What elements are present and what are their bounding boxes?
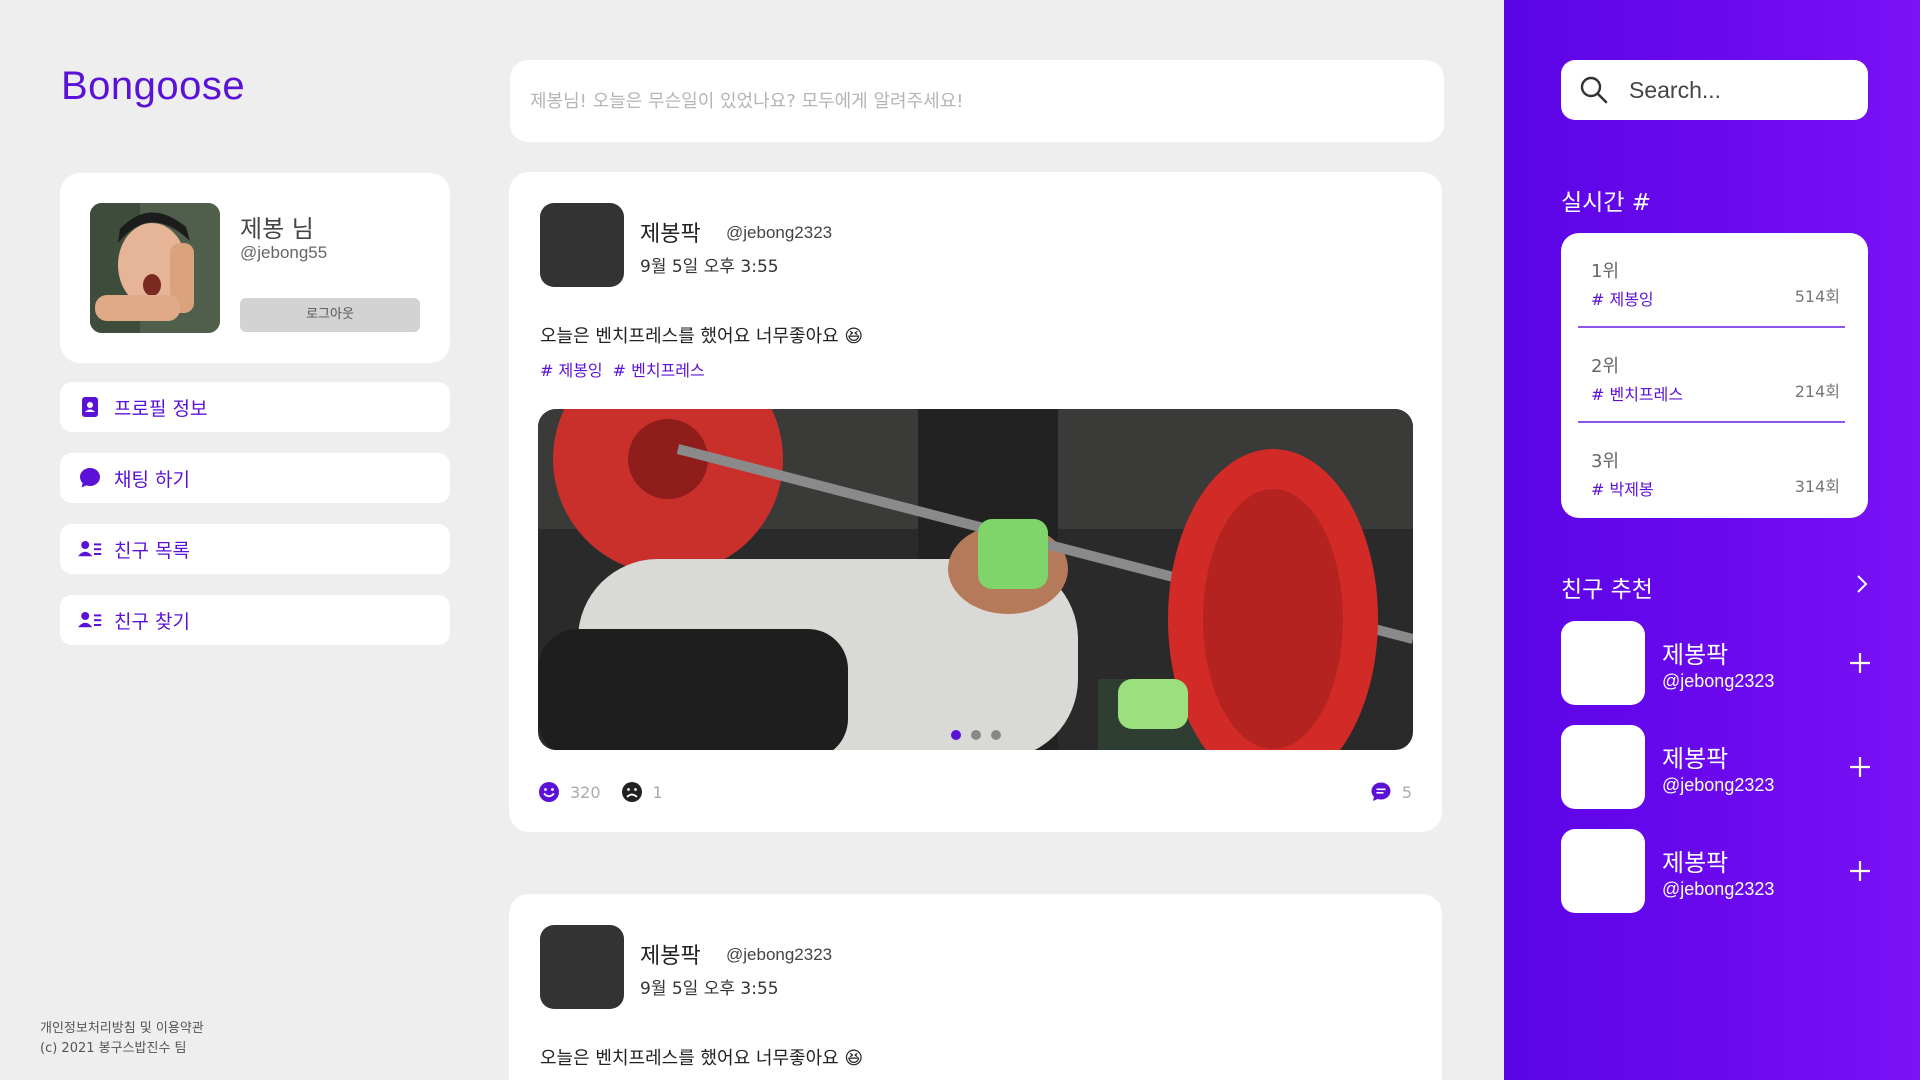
carousel-dot[interactable] [950,730,961,740]
friend-name[interactable]: 제봉팍 [1662,739,1728,774]
friend-suggestion: 제봉팍 @jebong2323 [1561,725,1881,809]
menu-label: 친구 찾기 [114,610,190,633]
post-tags: # 제봉잉 # 벤치프레스 [540,357,705,381]
avatar[interactable] [1561,621,1645,705]
carousel-dot[interactable] [990,730,1001,740]
carousel-dots [538,730,1413,740]
menu-label: 프로필 정보 [114,397,208,420]
post-author[interactable]: 제봉팍 [640,216,701,248]
chat-bubble-icon [78,466,102,490]
trending-card: 1위 # 제봉잉 514회 2위 # 벤치프레스 214회 3위 # 박제봉 3… [1561,233,1868,518]
avatar [90,203,220,333]
friend-handle: @jebong2323 [1662,775,1775,795]
search-box [1561,60,1868,120]
app-logo[interactable]: Bongoose [61,64,245,109]
trending-count: 514회 [1794,287,1840,306]
friend-handle: @jebong2323 [1662,671,1775,691]
chevron-right-icon[interactable] [1855,574,1869,594]
trending-rank: 3위 [1591,451,1620,472]
trending-rank: 1위 [1591,261,1620,282]
post-handle: @jebong2323 [726,223,833,242]
trending-item[interactable]: 1위 # 제봉잉 514회 [1578,233,1845,328]
menu-label: 채팅 하기 [114,468,190,491]
menu-item-chat[interactable]: 채팅 하기 [60,453,450,503]
friend-handle: @jebong2323 [1662,879,1775,899]
id-card-icon [78,395,102,419]
trending-tag[interactable]: # 벤치프레스 [1591,381,1683,405]
menu-item-profile[interactable]: 프로필 정보 [60,382,450,432]
post-author[interactable]: 제봉팍 [640,938,701,970]
like-count: 320 [570,782,601,802]
profile-handle: @jebong55 [240,243,328,262]
trending-tag[interactable]: # 제봉잉 [1591,286,1654,310]
friend-suggestion: 제봉팍 @jebong2323 [1561,829,1881,913]
footer: 개인정보처리방침 및 이용약관 (c) 2021 봉구스밥진수 팀 [40,1019,204,1059]
trending-tag[interactable]: # 박제봉 [1591,476,1654,500]
post-card: 제봉팍 @jebong2323 9월 5일 오후 3:55 오늘은 벤치프레스를… [509,894,1442,1080]
post-actions: 320 1 5 [538,780,1412,804]
friend-suggestion: 제봉팍 @jebong2323 [1561,621,1881,705]
suggestions-title: 친구 추천 [1561,577,1653,603]
post-avatar[interactable] [540,203,624,287]
dislike-count: 1 [652,782,663,802]
plus-icon[interactable] [1848,859,1872,883]
trending-rank: 2위 [1591,356,1620,377]
search-icon [1580,76,1608,104]
right-panel: 실시간 # 1위 # 제봉잉 514회 2위 # 벤치프레스 214회 3위 #… [1504,0,1920,1080]
post-card: 제봉팍 @jebong2323 9월 5일 오후 3:55 오늘은 벤치프레스를… [509,172,1442,832]
comment-button[interactable]: 5 [1370,781,1412,803]
like-button[interactable]: 320 [538,781,601,803]
menu-label: 친구 목록 [114,539,190,562]
avatar[interactable] [1561,829,1645,913]
hashtag-link[interactable]: # 벤치프레스 [613,357,705,381]
dislike-button[interactable]: 1 [621,781,663,803]
footer-copyright: (c) 2021 봉구스밥진수 팀 [40,1041,187,1056]
post-image[interactable] [538,409,1413,750]
menu-item-friend-list[interactable]: 친구 목록 [60,524,450,574]
profile-card: 제봉 님 @jebong55 로그아웃 [60,173,450,363]
trending-count: 314회 [1794,477,1840,496]
sad-icon [621,782,642,802]
post-time: 9월 5일 오후 3:55 [640,979,779,999]
trending-item[interactable]: 3위 # 박제봉 314회 [1578,423,1845,518]
footer-policy-link[interactable]: 개인정보처리방침 및 이용약관 [40,1019,204,1039]
plus-icon[interactable] [1848,651,1872,675]
plus-icon[interactable] [1848,755,1872,779]
hashtag-link[interactable]: # 제봉잉 [540,357,603,381]
trending-item[interactable]: 2위 # 벤치프레스 214회 [1578,328,1845,423]
post-time: 9월 5일 오후 3:55 [640,257,779,277]
user-list-icon [78,608,102,632]
compose-box [510,60,1444,142]
post-text: 오늘은 벤치프레스를 했어요 너무좋아요 😆 [540,326,864,347]
friend-name[interactable]: 제봉팍 [1662,635,1728,670]
post-avatar[interactable] [540,925,624,1009]
trending-count: 214회 [1794,382,1840,401]
trending-title: 실시간 # [1561,190,1652,216]
search-input[interactable] [1629,76,1849,104]
compose-input[interactable] [510,60,1444,142]
comment-count: 5 [1401,782,1412,802]
avatar[interactable] [1561,725,1645,809]
friend-name[interactable]: 제봉팍 [1662,843,1728,878]
logout-button[interactable]: 로그아웃 [240,298,420,332]
post-handle: @jebong2323 [726,945,833,964]
post-text: 오늘은 벤치프레스를 했어요 너무좋아요 😆 [540,1048,864,1069]
user-list-icon [78,537,102,561]
menu-item-find-friends[interactable]: 친구 찾기 [60,595,450,645]
comment-icon [1371,782,1391,801]
carousel-dot[interactable] [970,730,981,740]
profile-name: 제봉 님 [240,215,314,243]
smile-icon [539,782,559,802]
